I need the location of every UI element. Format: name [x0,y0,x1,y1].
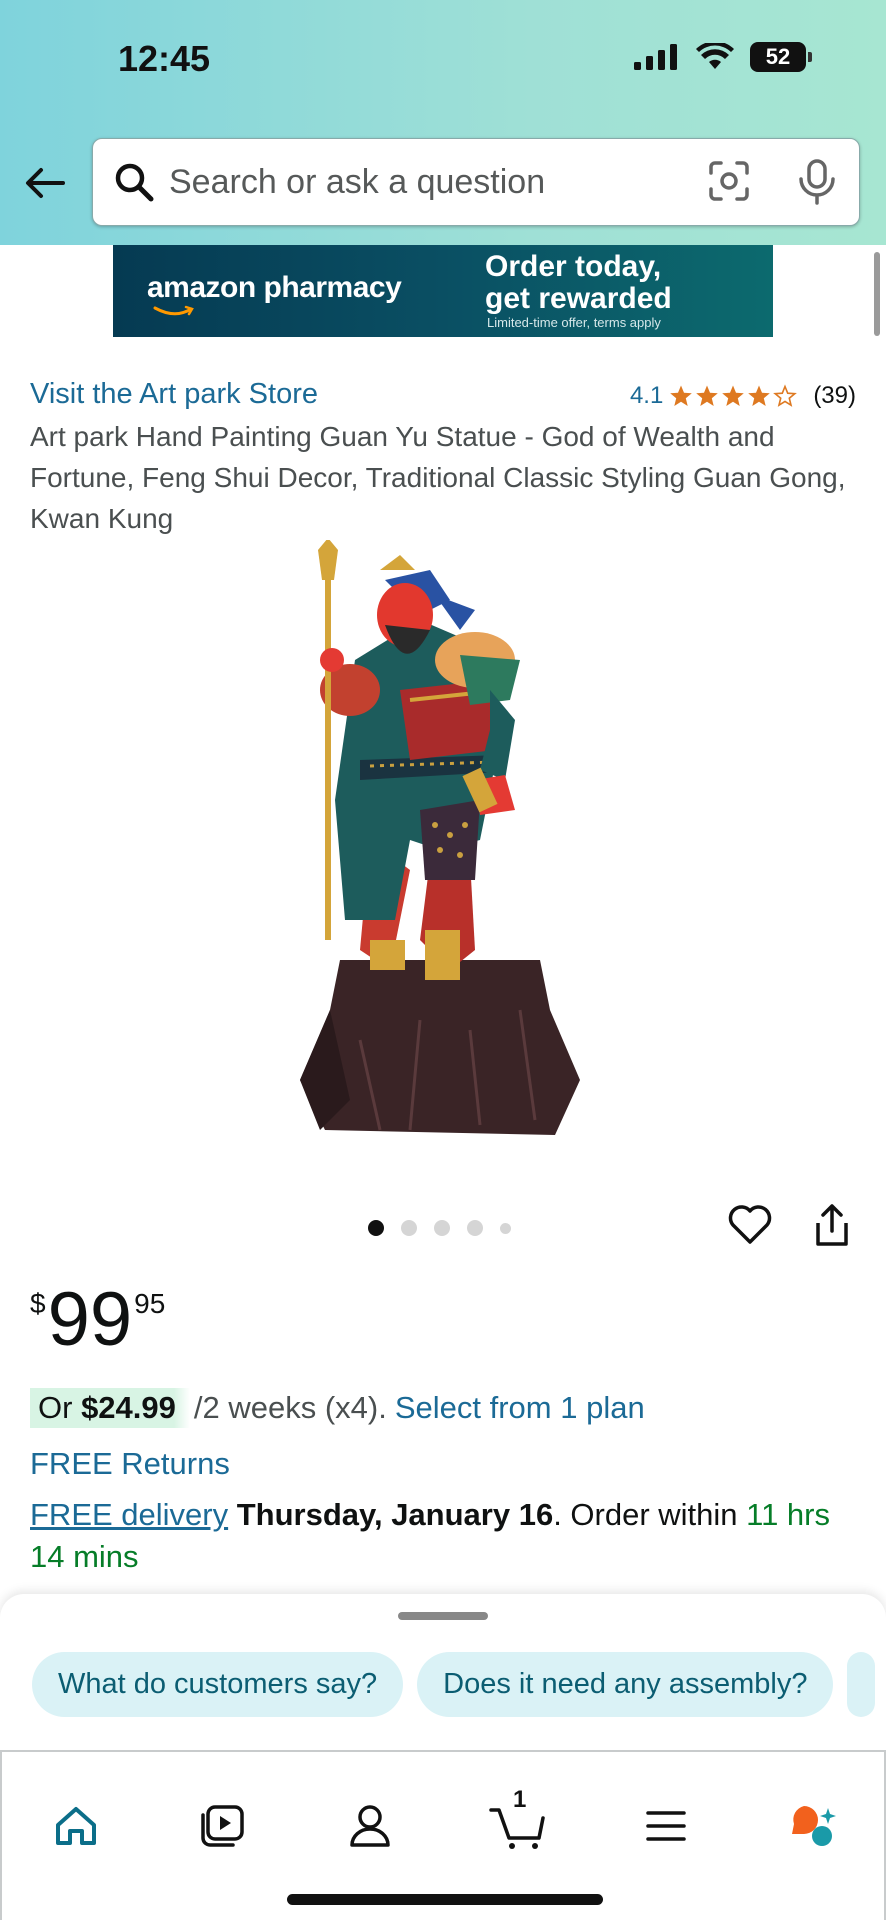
heart-icon[interactable] [728,1205,772,1245]
wifi-icon [696,43,734,69]
video-icon [201,1805,244,1847]
home-indicator [287,1894,603,1905]
ad-headline: Order today, get rewarded [485,251,745,315]
carousel-dot[interactable] [401,1220,417,1236]
chip-assembly[interactable]: Does it need any assembly? [417,1652,834,1717]
carousel-dot[interactable] [434,1220,450,1236]
amazon-smile-icon [153,305,194,316]
search-icon [115,163,154,202]
chip-customers-say[interactable]: What do customers say? [32,1652,404,1717]
delivery-date: Thursday, January 16 [236,1497,554,1532]
cart-count: 1 [513,1786,527,1813]
nav-home[interactable] [46,1796,106,1856]
search-input[interactable] [169,157,669,207]
star-rating [669,384,798,408]
star-icon [670,385,693,406]
star-icon [722,385,745,406]
home-icon [56,1807,96,1845]
product-title: Art park Hand Painting Guan Yu Statue - … [30,421,846,534]
free-returns-link[interactable]: FREE Returns [30,1446,230,1482]
ad-fine-print: Limited-time offer, terms apply [487,315,661,330]
status-time: 12:45 [118,38,211,79]
store-link[interactable]: Visit the Art park Store [30,378,318,411]
carousel-dot[interactable] [500,1222,511,1234]
share-icon[interactable] [812,1203,852,1247]
price-symbol: $ [30,1288,46,1319]
free-delivery-link[interactable]: FREE delivery [30,1497,228,1532]
menu-icon [646,1811,686,1841]
rating-value: 4.1 [629,382,664,409]
rating-count: (39) [813,382,856,409]
microphone-icon[interactable] [797,159,837,205]
battery-icon: 52 [750,42,812,72]
bottom-nav: 1 [0,1750,886,1920]
order-within-text: . Order within [553,1497,747,1532]
star-icon [748,385,771,406]
signal-icon [634,44,677,70]
delivery-info: FREE delivery Thursday, January 16. Orde… [30,1494,860,1578]
nav-account[interactable] [340,1796,400,1856]
nav-rufus[interactable] [782,1796,842,1856]
back-arrow-icon [26,168,65,198]
account-icon [350,1805,390,1847]
carousel-dot-active[interactable] [368,1220,384,1236]
plan-terms: /2 weeks (x4). [193,1390,387,1425]
nav-menu[interactable] [636,1796,696,1856]
camera-lens-icon[interactable] [707,159,751,203]
rufus-icon [792,1806,836,1846]
price: $ 99 95 [30,1280,165,1360]
product-image[interactable] [300,540,620,1150]
nav-video[interactable] [192,1796,252,1856]
image-carousel-dots[interactable] [368,1220,511,1236]
installment-plan: Or $24.99 /2 weeks (x4). Select from 1 p… [30,1388,645,1428]
ad-banner[interactable]: amazon pharmacy Order today, get rewarde… [113,245,773,337]
price-fraction: 95 [134,1288,166,1319]
plan-highlight: Or $24.99 [30,1388,190,1428]
plan-prefix: Or [38,1390,82,1425]
status-icons: 52 [634,42,812,72]
star-icon [696,385,719,406]
ad-headline-line1: Order today, [485,250,662,283]
ad-brand: amazon pharmacy [147,271,402,304]
chip-partial[interactable] [847,1652,876,1717]
header: 12:45 52 [0,0,886,245]
suggestion-sheet: What do customers say? Does it need any … [0,1594,886,1750]
rating-summary[interactable]: 4.1 (39) [630,382,856,410]
sheet-drag-handle[interactable] [398,1612,488,1620]
nav-cart[interactable]: 1 [488,1786,548,1856]
search-bar[interactable] [92,138,860,226]
question-chips: What do customers say? Does it need any … [32,1652,876,1717]
carousel-dot[interactable] [467,1220,483,1236]
ad-headline-line2: get rewarded [485,282,672,315]
back-button[interactable] [22,160,68,206]
star-outline-icon [773,384,798,407]
select-plan-link[interactable]: Select from 1 plan [395,1390,645,1426]
scroll-indicator[interactable] [874,252,880,336]
price-whole: 99 [47,1277,133,1362]
plan-amount: $24.99 [81,1390,176,1425]
